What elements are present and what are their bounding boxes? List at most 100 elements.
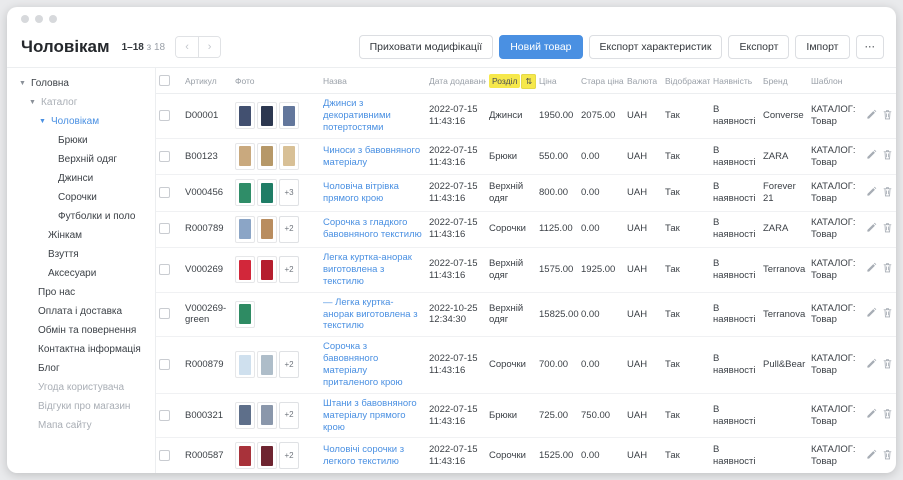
product-photo[interactable] — [235, 143, 255, 170]
column-header-section[interactable]: Розділ⇅ — [486, 68, 536, 94]
sidebar-item[interactable]: Брюки — [19, 131, 155, 150]
product-photo[interactable] — [235, 179, 255, 206]
column-header-stock[interactable]: Наявність — [710, 68, 760, 94]
sidebar-item[interactable]: Блог — [19, 359, 155, 378]
sidebar-item[interactable]: Оплата і доставка — [19, 302, 155, 321]
edit-icon[interactable] — [866, 222, 877, 237]
row-checkbox[interactable] — [159, 359, 170, 370]
edit-icon[interactable] — [866, 149, 877, 164]
column-header-currency[interactable]: Валюта — [624, 68, 662, 94]
product-photo[interactable] — [257, 402, 277, 429]
sidebar-item[interactable]: Сорочки — [19, 188, 155, 207]
more-photos-badge[interactable]: +2 — [279, 402, 299, 429]
visible-cell[interactable]: Так — [662, 211, 710, 247]
column-header-sku[interactable]: Артикул — [182, 68, 232, 94]
more-actions-button[interactable]: ⋯ — [856, 35, 885, 59]
stock-cell[interactable]: В наявності — [710, 138, 760, 174]
next-page-button[interactable]: › — [198, 37, 220, 57]
column-header-old_price[interactable]: Стара ціна — [578, 68, 624, 94]
stock-cell[interactable]: В наявності — [710, 94, 760, 139]
export-characteristics-button[interactable]: Експорт характеристик — [589, 35, 723, 59]
select-all-checkbox[interactable] — [159, 75, 170, 86]
product-name-link[interactable]: Сорочка з бавовняного матеріалу притален… — [323, 341, 403, 388]
window-dot-minimize[interactable] — [35, 15, 43, 23]
import-button[interactable]: Імпорт — [795, 35, 849, 59]
row-checkbox[interactable] — [159, 450, 170, 461]
delete-icon[interactable] — [882, 449, 893, 464]
delete-icon[interactable] — [882, 109, 893, 124]
column-header-photo[interactable]: Фото — [232, 68, 320, 94]
visible-cell[interactable]: Так — [662, 393, 710, 438]
delete-icon[interactable] — [882, 307, 893, 322]
product-photo[interactable] — [257, 102, 277, 129]
product-photo[interactable] — [257, 442, 277, 469]
sidebar-item[interactable]: Аксесуари — [19, 264, 155, 283]
sort-icon[interactable]: ⇅ — [521, 74, 536, 89]
sidebar-item[interactable]: Угода користувача — [19, 378, 155, 397]
sidebar-item[interactable]: ▼Каталог — [19, 93, 155, 112]
product-name-link[interactable]: Штани з бавовняного матеріалу прямого кр… — [323, 398, 417, 433]
product-name-link[interactable]: Джинси з декоративними потертостями — [323, 98, 391, 133]
column-header-price[interactable]: Ціна — [536, 68, 578, 94]
hide-modifications-button[interactable]: Приховати модифікації — [359, 35, 494, 59]
row-checkbox[interactable] — [159, 223, 170, 234]
product-name-link[interactable]: — Легка куртка-анорак виготовлена з текс… — [323, 297, 418, 332]
edit-icon[interactable] — [866, 186, 877, 201]
delete-icon[interactable] — [882, 222, 893, 237]
delete-icon[interactable] — [882, 149, 893, 164]
product-photo[interactable] — [257, 179, 277, 206]
product-photo[interactable] — [257, 256, 277, 283]
product-photo[interactable] — [235, 216, 255, 243]
more-photos-badge[interactable]: +2 — [279, 442, 299, 469]
visible-cell[interactable]: Так — [662, 138, 710, 174]
sidebar-item[interactable]: Жінкам — [19, 226, 155, 245]
delete-icon[interactable] — [882, 358, 893, 373]
delete-icon[interactable] — [882, 262, 893, 277]
visible-cell[interactable]: Так — [662, 248, 710, 293]
product-name-link[interactable]: Чиноси з бавовняного матеріалу — [323, 145, 420, 168]
sidebar-item[interactable]: Джинси — [19, 169, 155, 188]
row-checkbox[interactable] — [159, 110, 170, 121]
stock-cell[interactable]: В наявності — [710, 175, 760, 211]
more-photos-badge[interactable]: +2 — [279, 256, 299, 283]
edit-icon[interactable] — [866, 262, 877, 277]
sidebar-item[interactable]: Верхній одяг — [19, 150, 155, 169]
sidebar-item[interactable]: Контактна інформація — [19, 340, 155, 359]
product-photo[interactable] — [235, 402, 255, 429]
row-checkbox[interactable] — [159, 151, 170, 162]
visible-cell[interactable]: Так — [662, 175, 710, 211]
row-checkbox[interactable] — [159, 308, 170, 319]
row-checkbox[interactable] — [159, 264, 170, 275]
sidebar-item[interactable]: ▼Головна — [19, 74, 155, 93]
window-dot-maximize[interactable] — [49, 15, 57, 23]
window-dot-close[interactable] — [21, 15, 29, 23]
sidebar-item[interactable]: Відгуки про магазин — [19, 397, 155, 416]
product-photo[interactable] — [235, 102, 255, 129]
product-photo[interactable] — [279, 143, 299, 170]
edit-icon[interactable] — [866, 449, 877, 464]
sidebar-item[interactable]: Футболки и поло — [19, 207, 155, 226]
visible-cell[interactable]: Так — [662, 94, 710, 139]
product-photo[interactable] — [235, 351, 255, 378]
column-header-visible[interactable]: Відображати — [662, 68, 710, 94]
sidebar-item[interactable]: Про нас — [19, 283, 155, 302]
new-product-button[interactable]: Новий товар — [499, 35, 582, 59]
column-header-name[interactable]: Назва — [320, 68, 426, 94]
more-photos-badge[interactable]: +2 — [279, 216, 299, 243]
edit-icon[interactable] — [866, 408, 877, 423]
product-photo[interactable] — [235, 256, 255, 283]
edit-icon[interactable] — [866, 307, 877, 322]
product-photo[interactable] — [257, 143, 277, 170]
column-header-brand[interactable]: Бренд — [760, 68, 808, 94]
export-button[interactable]: Експорт — [728, 35, 789, 59]
stock-cell[interactable]: В наявності — [710, 211, 760, 247]
edit-icon[interactable] — [866, 358, 877, 373]
more-photos-badge[interactable]: +2 — [279, 351, 299, 378]
sidebar-item[interactable]: Взуття — [19, 245, 155, 264]
column-header-date[interactable]: Дата додавання — [426, 68, 486, 94]
product-photo[interactable] — [257, 351, 277, 378]
stock-cell[interactable]: В наявності — [710, 248, 760, 293]
product-photo[interactable] — [235, 301, 255, 328]
stock-cell[interactable]: В наявності — [710, 337, 760, 394]
sidebar-item[interactable]: Мапа сайту — [19, 416, 155, 435]
